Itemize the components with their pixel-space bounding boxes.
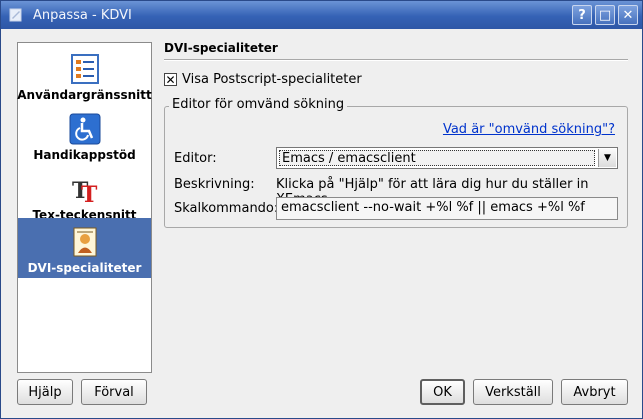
title-bar[interactable]: Anpassa - KDVI ? □ ✕ [1,1,642,29]
app-icon[interactable] [7,6,25,24]
reverse-search-help-link[interactable]: Vad är "omvänd sökning"? [443,122,615,137]
maximize-window-button[interactable]: □ [595,5,615,25]
sidebar-item-label: DVI-specialiteter [27,261,142,275]
help-window-button[interactable]: ? [572,5,592,25]
window-title: Anpassa - KDVI [33,7,132,23]
defaults-button[interactable]: Förval [81,379,147,405]
list-settings-icon [70,54,99,84]
sidebar: Användargränssnitt Handikappstöd T T Tex… [17,42,152,373]
editor-select-value[interactable]: Emacs / emacsclient [279,150,595,166]
shell-command-label: Skalkommando: [174,201,279,216]
page-title: DVI-specialiteter [164,41,278,55]
svg-text:T: T [81,182,98,205]
editor-label: Editor: [174,151,217,166]
group-legend: Editor för omvänd sökning [169,97,348,112]
sidebar-item-dvi-specialiteter[interactable]: DVI-specialiteter [18,218,151,278]
chevron-down-icon[interactable]: ▼ [598,149,616,167]
sidebar-item-label: Handikappstöd [33,148,136,162]
close-window-button[interactable]: ✕ [618,5,638,25]
dvi-document-icon [73,227,96,257]
cancel-button[interactable]: Avbryt [561,379,628,405]
apply-button[interactable]: Verkställ [473,379,553,405]
title-divider [164,59,628,61]
shell-command-field[interactable]: emacsclient --no-wait +%l %f || emacs +%… [276,197,618,220]
help-button[interactable]: Hjälp [17,379,73,405]
dialog-window: Anpassa - KDVI ? □ ✕ Användargränssnitt [0,0,643,419]
sidebar-item-tex-teckensnitt[interactable]: T T Tex-teckensnitt [18,165,151,225]
accessibility-icon [69,113,100,145]
sidebar-item-handikappstod[interactable]: Handikappstöd [18,105,151,165]
ok-button[interactable]: OK [420,379,465,405]
sidebar-item-anvandargranssnitt[interactable]: Användargränssnitt [17,45,152,105]
postscript-checkbox-label[interactable]: Visa Postscript-specialiteter [182,72,362,87]
postscript-checkbox-row[interactable]: ✕ Visa Postscript-specialiteter [164,72,362,87]
tex-font-icon: T T [72,178,98,205]
postscript-checkbox[interactable]: ✕ [164,73,177,86]
description-label: Beskrivning: [174,177,255,192]
editor-select[interactable]: Emacs / emacsclient ▼ [276,147,618,169]
sidebar-item-label: Användargränssnitt [17,88,152,102]
